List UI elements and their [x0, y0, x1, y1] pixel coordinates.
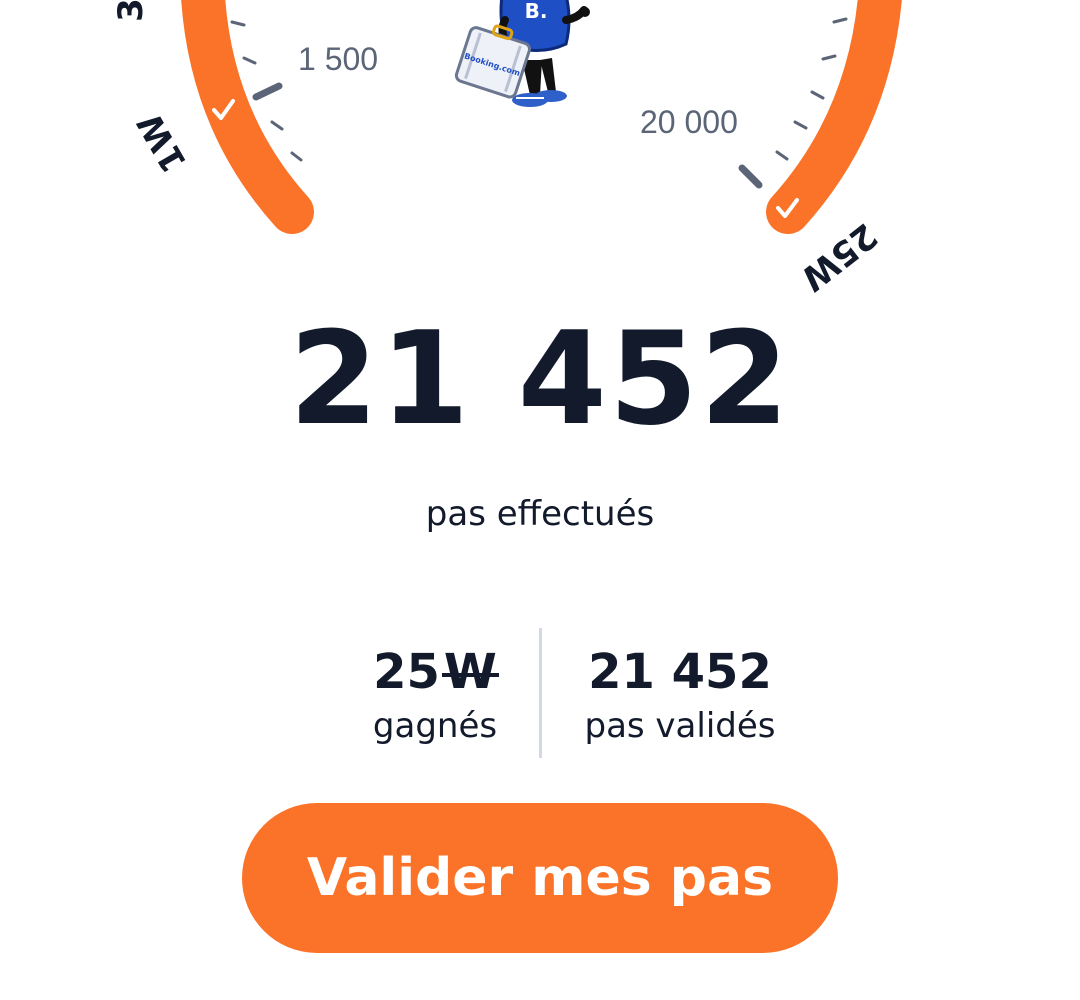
gauge-tick-label-left: 1 500	[298, 41, 378, 77]
gauge-left-major-tick	[252, 82, 283, 101]
stats-divider	[539, 628, 542, 758]
gauge-tick-label-right: 20 000	[640, 104, 738, 140]
steps-caption: pas effectués	[425, 494, 655, 534]
svg-text:1W: 1W	[130, 106, 195, 179]
gauge-right-major-tick	[738, 164, 763, 189]
gauge-reward-25: 25W	[793, 215, 884, 299]
validated-value: 21 452	[588, 644, 772, 700]
step-gauge: 1 500 20 000 1W 25W 3 B. Booking.com	[111, 0, 902, 299]
validated-stat: 21 452 pas validés	[570, 640, 790, 748]
validate-steps-button[interactable]: Valider mes pas	[242, 803, 838, 953]
gauge-reward-3: 3	[111, 0, 151, 22]
gauge-reward-1: 1W	[130, 106, 195, 179]
svg-text:3: 3	[111, 0, 151, 22]
gauge-left-arc	[181, 0, 314, 234]
earned-value: 25W	[355, 640, 515, 704]
mascot-illustration: B. Booking.com	[454, 0, 590, 107]
svg-text:25W: 25W	[793, 215, 884, 299]
earned-stat: 25W gagnés	[355, 640, 515, 748]
earned-label: gagnés	[372, 706, 498, 746]
validated-label: pas validés	[584, 706, 776, 746]
coin-icon: W	[441, 640, 499, 704]
steps-count: 21 452	[289, 305, 791, 454]
gauge-right-arc	[766, 0, 902, 234]
svg-text:B.: B.	[525, 0, 548, 23]
